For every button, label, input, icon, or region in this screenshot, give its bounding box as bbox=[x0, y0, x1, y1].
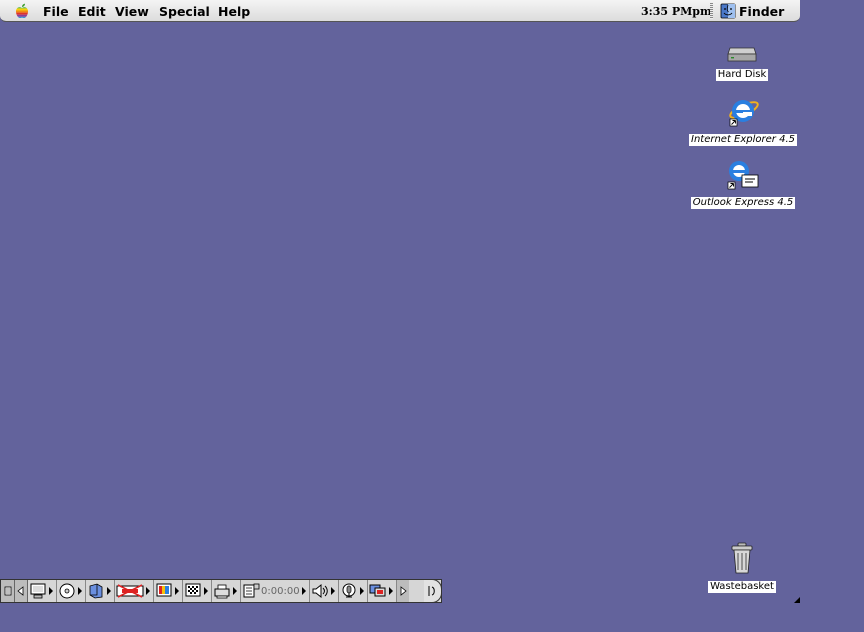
remote-access-icon bbox=[116, 584, 144, 598]
speech-icon bbox=[342, 583, 356, 598]
file-sharing-icon bbox=[89, 583, 103, 599]
collapse-tab-icon bbox=[428, 586, 435, 596]
menu-bar: File Edit View Special Help 3:35 PMpm Fi… bbox=[0, 0, 800, 22]
desktop-icon-internet-explorer[interactable]: Internet Explorer 4.5 bbox=[682, 95, 800, 146]
popup-arrow-icon bbox=[49, 587, 53, 595]
arrow-left-icon bbox=[17, 586, 24, 596]
popup-arrow-icon bbox=[175, 587, 179, 595]
popup-arrow-icon bbox=[301, 587, 306, 595]
popup-arrow-icon bbox=[78, 587, 82, 595]
desktop-icon-label: Wastebasket bbox=[708, 581, 776, 593]
popup-arrow-icon bbox=[204, 587, 208, 595]
control-strip-module-color-depth[interactable] bbox=[154, 580, 183, 602]
popup-arrow-icon bbox=[146, 587, 150, 595]
application-menu-label: Finder bbox=[739, 3, 785, 19]
grip-icon bbox=[4, 586, 11, 596]
outlook-express-icon bbox=[727, 161, 759, 190]
monitor-icon bbox=[30, 583, 46, 599]
control-strip-module-remote-access[interactable] bbox=[115, 580, 154, 602]
arrow-right-icon bbox=[400, 586, 407, 596]
control-strip-module-printer[interactable] bbox=[212, 580, 241, 602]
hard-disk-icon bbox=[727, 47, 757, 62]
screen-margin-right bbox=[800, 0, 864, 632]
desktop-icon-label: Hard Disk bbox=[715, 69, 769, 81]
finder-icon bbox=[720, 3, 736, 19]
desktop-icon-label: Internet Explorer 4.5 bbox=[689, 134, 797, 146]
timer-readout: 0:00:00 bbox=[261, 585, 300, 597]
timer-icon bbox=[243, 583, 260, 598]
sound-icon bbox=[312, 583, 328, 599]
control-strip-module-sound[interactable] bbox=[310, 580, 339, 602]
desktop-icon-wastebasket[interactable]: Wastebasket bbox=[706, 542, 778, 593]
control-strip[interactable]: 0:00:00 bbox=[0, 579, 442, 603]
trash-icon bbox=[731, 542, 753, 574]
apple-icon[interactable] bbox=[14, 3, 30, 19]
control-strip-module-file-sharing[interactable] bbox=[86, 580, 115, 602]
popup-arrow-icon bbox=[107, 587, 111, 595]
menu-view[interactable]: View bbox=[115, 4, 149, 19]
popup-arrow-icon bbox=[388, 587, 393, 595]
menu-separator bbox=[710, 3, 713, 19]
desktop: File Edit View Special Help 3:35 PMpm Fi… bbox=[0, 0, 800, 604]
control-strip-module-speech[interactable] bbox=[339, 580, 368, 602]
desktop-icon-label: Outlook Express 4.5 bbox=[690, 197, 796, 209]
control-strip-tab[interactable] bbox=[424, 579, 442, 603]
monitors-icon bbox=[369, 584, 386, 597]
menu-clock[interactable]: 3:35 PMpm bbox=[641, 5, 712, 18]
desktop-icon-outlook-express[interactable]: Outlook Express 4.5 bbox=[682, 158, 800, 209]
menu-special[interactable]: Special bbox=[159, 4, 210, 19]
control-strip-module-timer[interactable]: 0:00:00 bbox=[241, 580, 310, 602]
color-depth-icon bbox=[156, 583, 172, 597]
application-menu[interactable]: Finder bbox=[720, 3, 784, 19]
resolution-icon bbox=[185, 583, 201, 597]
popup-arrow-icon bbox=[359, 587, 364, 595]
control-strip-module-monitors[interactable] bbox=[368, 580, 397, 602]
control-strip-module-cd[interactable] bbox=[57, 580, 86, 602]
menu-help[interactable]: Help bbox=[218, 4, 250, 19]
screen-margin-bottom bbox=[0, 604, 864, 632]
desktop-icon-hard-disk[interactable]: Hard Disk bbox=[710, 44, 774, 81]
menu-edit[interactable]: Edit bbox=[78, 4, 106, 19]
internet-explorer-icon bbox=[729, 100, 759, 127]
printer-icon bbox=[214, 584, 230, 599]
control-strip-handle[interactable] bbox=[1, 580, 15, 602]
menu-file[interactable]: File bbox=[43, 4, 69, 19]
control-strip-scroll-left[interactable] bbox=[15, 580, 28, 602]
control-strip-module-monitor[interactable] bbox=[28, 580, 57, 602]
control-strip-scroll-right[interactable] bbox=[396, 580, 409, 602]
cd-icon bbox=[59, 583, 75, 599]
popup-arrow-icon bbox=[330, 587, 335, 595]
control-strip-module-resolution[interactable] bbox=[183, 580, 212, 602]
popup-arrow-icon bbox=[233, 587, 237, 595]
